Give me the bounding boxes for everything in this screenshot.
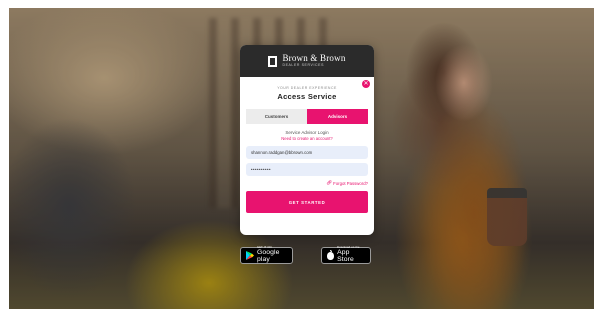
brand-header: Brown & Brown DEALER SERVICES (240, 45, 374, 77)
login-heading: Service Advisor Login (285, 130, 329, 135)
create-account-link[interactable]: Need to create an account? (240, 136, 374, 141)
app-store-badge[interactable]: Download on the App Store (321, 247, 371, 264)
login-tabs: Customers Advisors (246, 109, 368, 124)
close-icon[interactable]: ✕ (362, 80, 370, 88)
google-play-big: Google play (257, 249, 280, 263)
forgot-password-link[interactable]: 🔗︎ Forgot Password? (240, 180, 368, 186)
email-field[interactable]: shannon.raddgan@bbrown.com (246, 146, 368, 159)
page-title: Access Service (277, 92, 337, 101)
google-play-text: GET IT ON Google play (257, 247, 287, 263)
brand-logo: Brown & Brown DEALER SERVICES (282, 54, 345, 68)
link-icon: 🔗︎ (326, 180, 333, 185)
tab-customers[interactable]: Customers (246, 109, 307, 124)
google-play-icon (246, 251, 254, 260)
password-field[interactable]: •••••••••• (246, 163, 368, 176)
eyebrow-text: YOUR DEALER EXPERIENCE (277, 86, 337, 90)
apple-icon (327, 249, 335, 260)
google-play-badge[interactable]: GET IT ON Google play (240, 247, 293, 264)
get-started-button[interactable]: GET STARTED (246, 191, 368, 213)
app-store-text: Download on the App Store (337, 247, 365, 263)
login-card: Brown & Brown DEALER SERVICES ✕ YOUR DEA… (240, 45, 374, 235)
tab-advisors[interactable]: Advisors (307, 109, 368, 124)
brand-logo-icon (268, 55, 278, 67)
brand-name: Brown & Brown (282, 53, 346, 64)
forgot-password-label: Forgot Password? (333, 180, 368, 186)
app-store-big: App Store (337, 249, 354, 263)
brand-subtitle: DEALER SERVICES (282, 63, 325, 68)
